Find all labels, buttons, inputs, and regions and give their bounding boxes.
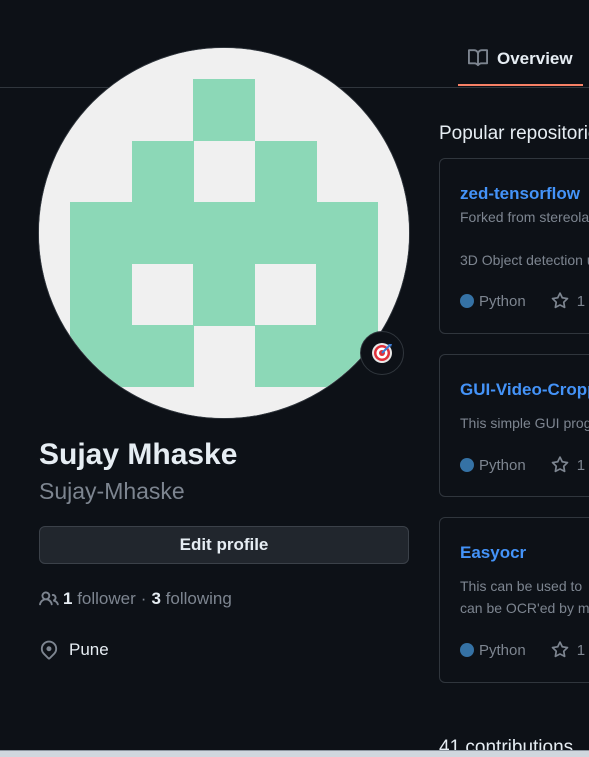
popular-repositories-heading: Popular repositories	[439, 123, 589, 144]
following-count: 3	[151, 589, 161, 608]
tab-overview[interactable]: Overview	[458, 40, 583, 86]
people-icon	[39, 591, 59, 606]
tab-overview-label: Overview	[497, 49, 573, 68]
repo-card: Easyocr This can be used to can be OCR'e…	[439, 517, 589, 683]
repo-card: GUI-Video-Cropper This simple GUI progra…	[439, 354, 589, 497]
following-link[interactable]: 3 following	[151, 589, 231, 609]
avatar[interactable]	[39, 48, 409, 418]
direct-hit-emoji-icon	[372, 343, 392, 363]
repo-stars: 1	[576, 292, 586, 310]
repo-language: Python	[479, 456, 526, 474]
star-icon[interactable]	[551, 641, 569, 659]
language-color-dot	[460, 458, 474, 472]
followers-label: follower	[77, 589, 136, 608]
repo-link[interactable]: Easyocr	[460, 543, 526, 563]
location-pin-icon	[40, 640, 58, 660]
book-icon	[468, 49, 488, 67]
location-text: Pune	[69, 640, 109, 659]
follow-stats: 1 follower · 3 following	[39, 588, 232, 610]
star-icon[interactable]	[551, 456, 569, 474]
language-color-dot	[460, 643, 474, 657]
horizontal-scrollbar[interactable]	[0, 750, 589, 757]
following-label: following	[165, 589, 232, 608]
repo-stars: 1	[576, 456, 586, 474]
location: Pune	[39, 639, 109, 661]
followers-link[interactable]: 1 follower	[63, 589, 136, 609]
profile-username: Sujay-Mhaske	[39, 478, 185, 504]
repo-description: 3D Object detection using ZED and Tensor…	[460, 252, 589, 268]
language-color-dot	[460, 294, 474, 308]
repo-link[interactable]: zed-tensorflow	[460, 184, 580, 204]
repo-card: zed-tensorflow Forked from stereolabs/ze…	[439, 158, 589, 334]
followers-count: 1	[63, 589, 73, 608]
follow-separator: ·	[140, 589, 147, 608]
repo-description-line-2: can be OCR'ed by m	[460, 600, 589, 616]
repo-forked-from: Forked from stereolabs/zed-tensorflow	[460, 209, 589, 225]
star-icon[interactable]	[551, 292, 569, 310]
repo-description-line-1: This can be used to	[460, 578, 583, 594]
repo-meta: Python 1	[460, 456, 585, 474]
repo-language: Python	[479, 641, 526, 659]
repo-meta: Python 1	[460, 641, 585, 659]
profile-page: Overview Sujay Mhaske Sujay-Mhaske Edit …	[0, 0, 589, 757]
profile-name: Sujay Mhaske	[39, 438, 238, 471]
status-button[interactable]	[360, 331, 404, 375]
repo-language: Python	[479, 292, 526, 310]
repo-link[interactable]: GUI-Video-Cropper	[460, 380, 589, 400]
edit-profile-button[interactable]: Edit profile	[39, 526, 409, 564]
identicon-image	[39, 48, 409, 418]
repo-meta: Python 1	[460, 292, 585, 310]
repo-description: This simple GUI program	[460, 415, 589, 431]
repo-stars: 1	[576, 641, 586, 659]
